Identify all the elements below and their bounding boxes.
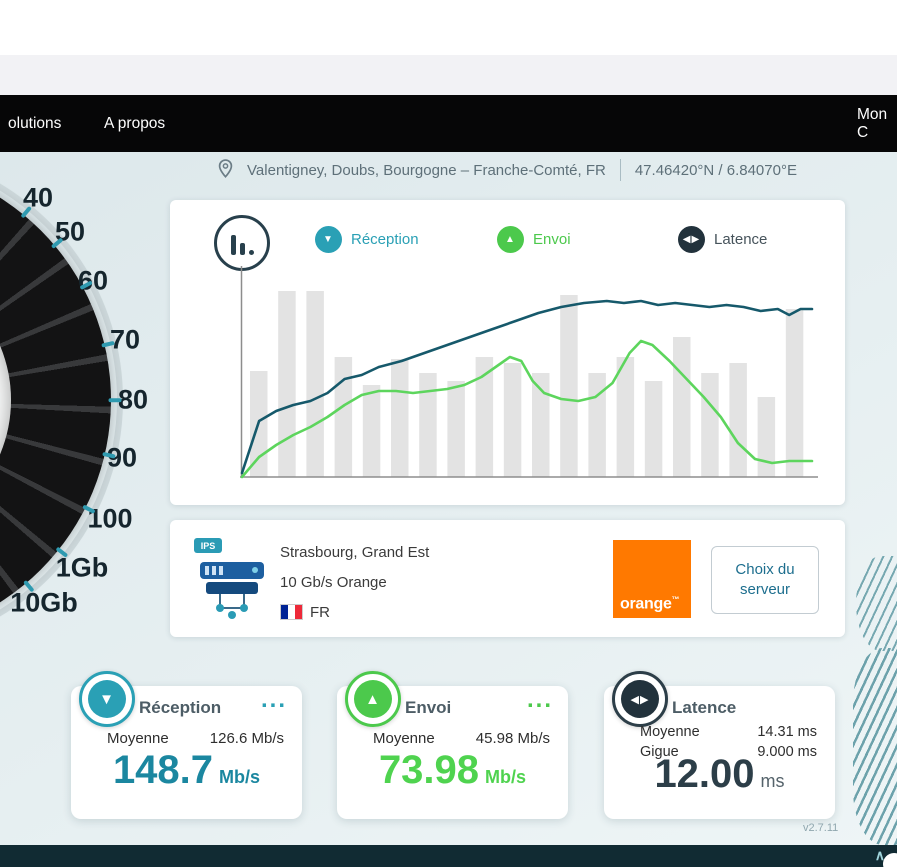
latence-avg-value: 14.31 ms	[757, 724, 817, 740]
envoi-avg-value: 45.98 Mb/s	[476, 730, 550, 747]
reception-big-number: 148.7	[113, 748, 213, 792]
reception-title: Réception	[139, 698, 221, 718]
reception-avg-label: Moyenne	[107, 730, 169, 747]
decorative-stripes-bottom	[853, 648, 897, 845]
legend-reception[interactable]: ▼ Réception	[315, 226, 419, 253]
map-pin-icon	[218, 159, 233, 182]
envoi-avg-label: Moyenne	[373, 730, 435, 747]
reception-average-row: Moyenne 126.6 Mb/s	[107, 730, 284, 747]
window-titlebar	[0, 0, 897, 56]
server-speed: 10 Gb/s Orange	[280, 568, 429, 598]
envoi-unit: Mb/s	[485, 767, 526, 787]
location-divider	[620, 159, 621, 181]
choose-server-button[interactable]: Choix du serveur	[711, 546, 819, 614]
legend-envoi-label: Envoi	[533, 231, 571, 248]
site-nav: olutions A propos ❄ Mon C	[0, 95, 897, 152]
result-card-latence: ◀▶ Latence Moyenne 14.31 ms Gigue 9.000 …	[604, 686, 835, 819]
france-flag-icon	[280, 604, 303, 620]
speed-test-page: /fr/ ☆ M olutions A propos ❄ Mon C	[0, 0, 897, 867]
envoi-badge: ▲	[345, 671, 401, 727]
latence-badge: ◀▶	[612, 671, 668, 727]
nav-item-solutions[interactable]: olutions	[8, 95, 61, 152]
server-city: Strasbourg, Grand Est	[280, 538, 429, 568]
orange-logo: orange™	[613, 540, 691, 618]
location-coords: 47.46420°N / 6.84070°E	[635, 162, 797, 179]
nav-account-label[interactable]: Mon C	[857, 95, 897, 152]
server-country: FR	[310, 604, 330, 621]
nav-item-a-propos[interactable]: A propos	[104, 95, 165, 152]
reception-unit: Mb/s	[219, 767, 260, 787]
envoi-title: Envoi	[405, 698, 451, 718]
reception-menu-dots[interactable]: ...	[261, 686, 287, 714]
latency-arrows-icon: ◀▶	[621, 680, 659, 718]
bar-chart-icon	[214, 215, 270, 271]
latency-arrows-icon: ◀▶	[678, 226, 705, 253]
envoi-average-row: Moyenne 45.98 Mb/s	[373, 730, 550, 747]
location-text: Valentigney, Doubs, Bourgogne – Franche-…	[247, 162, 606, 179]
latence-title: Latence	[672, 698, 736, 718]
orange-tm: ™	[672, 595, 680, 604]
location-row: Valentigney, Doubs, Bourgogne – Franche-…	[165, 156, 850, 184]
server-card: IPS Strasbourg, Grand Est 10 Gb/s Orange…	[170, 520, 845, 637]
download-arrow-icon: ▼	[315, 226, 342, 253]
envoi-menu-dots[interactable]: ...	[527, 686, 553, 714]
legend-latence-label: Latence	[714, 231, 767, 248]
envoi-big-number: 73.98	[379, 748, 479, 792]
upload-arrow-icon: ▲	[497, 226, 524, 253]
latence-avg-label: Moyenne	[640, 724, 700, 740]
latence-average-row: Moyenne 14.31 ms	[640, 724, 817, 740]
upload-arrow-icon: ▲	[354, 680, 392, 718]
version-label: v2.7.11	[803, 822, 838, 834]
result-card-envoi: ▲ Envoi ... Moyenne 45.98 Mb/s 73.98Mb/s	[337, 686, 568, 819]
browser-toolbar: /fr/ ☆ M	[0, 55, 897, 96]
legend-reception-label: Réception	[351, 231, 419, 248]
server-country-row: FR	[280, 598, 429, 628]
latence-big-number: 12.00	[654, 752, 754, 796]
speed-chart	[240, 264, 818, 484]
legend-latence[interactable]: ◀▶ Latence	[678, 226, 767, 253]
latence-current-value: 12.00 ms	[604, 752, 835, 797]
server-icon-label: IPS	[201, 541, 216, 551]
server-icon: IPS	[192, 534, 272, 622]
legend-envoi[interactable]: ▲ Envoi	[497, 226, 571, 253]
result-card-reception: ▼ Réception ... Moyenne 126.6 Mb/s 148.7…	[71, 686, 302, 819]
server-info: Strasbourg, Grand Est 10 Gb/s Orange FR	[280, 538, 429, 628]
latence-unit: ms	[761, 771, 785, 791]
bottom-bar: ∧	[0, 845, 897, 867]
envoi-current-value: 73.98 Mb/s	[337, 748, 568, 793]
chart-card: ▼ Réception ▲ Envoi ◀▶ Latence	[170, 200, 845, 505]
reception-avg-value: 126.6 Mb/s	[210, 730, 284, 747]
download-arrow-icon: ▼	[88, 680, 126, 718]
orange-brand-text: orange	[620, 595, 672, 612]
reception-current-value: 148.7 Mb/s	[71, 748, 302, 793]
reception-badge: ▼	[79, 671, 135, 727]
